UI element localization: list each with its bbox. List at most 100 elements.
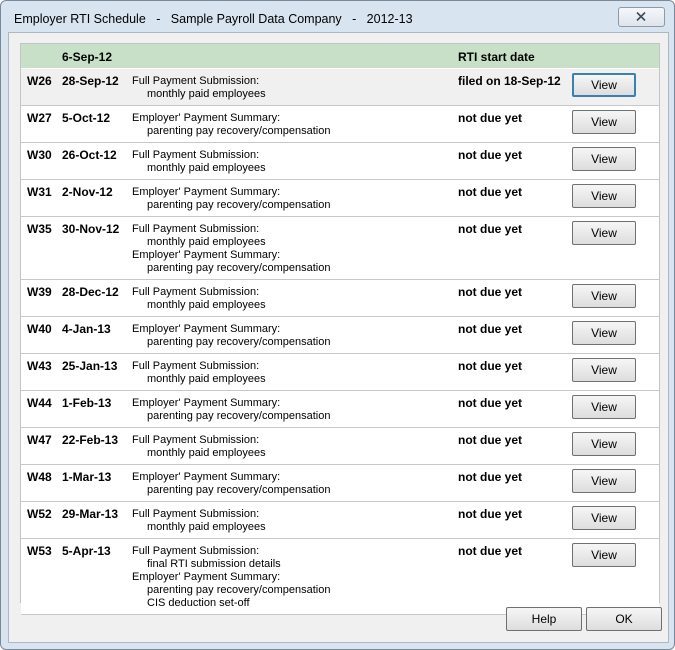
table-row: W39 28-Dec-12 Full Payment Submission: mont… [21, 280, 659, 317]
week-number: W30 [27, 148, 52, 162]
rti-status: not due yet [458, 322, 523, 336]
due-date: 1-Mar-13 [62, 470, 112, 484]
close-icon [636, 12, 646, 21]
submission-type: Full Payment Submission: [132, 545, 260, 557]
submission-detail: monthly paid employees [147, 162, 266, 174]
week-number: W44 [27, 396, 52, 410]
submission-detail: parenting pay recovery/compensation [147, 336, 331, 348]
view-button[interactable]: View [572, 321, 636, 345]
window-title: Employer RTI Schedule - Sample Payroll D… [14, 12, 413, 26]
due-date: 4-Jan-13 [62, 322, 111, 336]
submission-detail: CIS deduction set-off [147, 597, 250, 609]
rti-status: not due yet [458, 285, 523, 299]
week-number: W43 [27, 359, 52, 373]
rti-status: not due yet [458, 185, 523, 199]
rti-status: not due yet [458, 507, 523, 521]
submission-type: Employer' Payment Summary: [132, 571, 281, 583]
due-date: 5-Oct-12 [62, 111, 111, 125]
submission-description: Full Payment Submission: monthly paid emp… [132, 360, 266, 386]
submission-detail: final RTI submission details [147, 558, 281, 570]
view-button[interactable]: View [572, 110, 636, 134]
view-button[interactable]: View [572, 73, 636, 97]
week-number: W27 [27, 111, 52, 125]
schedule-table: 6-Sep-12 RTI start date W26 28-Sep-12 Full… [20, 43, 660, 615]
due-date: 28-Sep-12 [62, 74, 119, 88]
due-date: 5-Apr-13 [62, 544, 111, 558]
view-button[interactable]: View [572, 221, 636, 245]
view-button[interactable]: View [572, 147, 636, 171]
table-row: W26 28-Sep-12 Full Payment Submission: mont… [21, 69, 659, 106]
view-button[interactable]: View [572, 543, 636, 567]
submission-detail: parenting pay recovery/compensation [147, 484, 331, 496]
header-date: 6-Sep-12 [62, 50, 113, 64]
view-button[interactable]: View [572, 358, 636, 382]
submission-description: Full Payment Submission: monthly paid emp… [132, 149, 266, 175]
submission-detail: parenting pay recovery/compensation [147, 410, 331, 422]
table-row: W30 26-Oct-12 Full Payment Submission: mont… [21, 143, 659, 180]
view-button[interactable]: View [572, 395, 636, 419]
title-bar[interactable]: Employer RTI Schedule - Sample Payroll D… [1, 1, 674, 33]
submission-description: Full Payment Submission: monthly paid emp… [132, 286, 266, 312]
submission-description: Employer' Payment Summary: parenting pay … [132, 186, 330, 212]
submission-type: Full Payment Submission: [132, 434, 260, 446]
table-row: W48 1-Mar-13 Employer' Payment Summary: par… [21, 465, 659, 502]
week-number: W48 [27, 470, 52, 484]
due-date: 2-Nov-12 [62, 185, 113, 199]
due-date: 22-Feb-13 [62, 433, 119, 447]
table-row: W53 5-Apr-13 Full Payment Submission: final… [21, 539, 659, 615]
rti-status: filed on 18-Sep-12 [458, 74, 561, 88]
submission-detail: monthly paid employees [147, 236, 266, 248]
table-row: W47 22-Feb-13 Full Payment Submission: mont… [21, 428, 659, 465]
submission-type: Full Payment Submission: [132, 223, 260, 235]
submission-description: Full Payment Submission: monthly paid emp… [132, 223, 330, 275]
submission-description: Employer' Payment Summary: parenting pay … [132, 112, 330, 138]
submission-detail: monthly paid employees [147, 447, 266, 459]
submission-type: Employer' Payment Summary: [132, 112, 281, 124]
table-row: W27 5-Oct-12 Employer' Payment Summary: par… [21, 106, 659, 143]
submission-description: Full Payment Submission: final RTI submis… [132, 545, 330, 610]
week-number: W53 [27, 544, 52, 558]
week-number: W39 [27, 285, 52, 299]
submission-type: Employer' Payment Summary: [132, 249, 281, 261]
submission-description: Employer' Payment Summary: parenting pay … [132, 471, 330, 497]
ok-button[interactable]: OK [586, 607, 662, 631]
help-button[interactable]: Help [506, 607, 582, 631]
view-button[interactable]: View [572, 506, 636, 530]
rti-status: not due yet [458, 222, 523, 236]
submission-detail: monthly paid employees [147, 521, 266, 533]
submission-detail: monthly paid employees [147, 299, 266, 311]
due-date: 26-Oct-12 [62, 148, 117, 162]
submission-detail: parenting pay recovery/compensation [147, 125, 331, 137]
submission-description: Full Payment Submission: monthly paid emp… [132, 75, 266, 101]
submission-description: Full Payment Submission: monthly paid emp… [132, 508, 266, 534]
rti-status: not due yet [458, 148, 523, 162]
submission-type: Full Payment Submission: [132, 508, 260, 520]
view-button[interactable]: View [572, 432, 636, 456]
submission-detail: monthly paid employees [147, 373, 266, 385]
close-button[interactable] [618, 7, 665, 27]
due-date: 29-Mar-13 [62, 507, 119, 521]
submission-description: Employer' Payment Summary: parenting pay … [132, 397, 330, 423]
rti-status: not due yet [458, 470, 523, 484]
submission-type: Full Payment Submission: [132, 286, 260, 298]
rti-status: not due yet [458, 111, 523, 125]
submission-detail: parenting pay recovery/compensation [147, 199, 331, 211]
table-row: W43 25-Jan-13 Full Payment Submission: mont… [21, 354, 659, 391]
submission-type: Full Payment Submission: [132, 360, 260, 372]
submission-detail: parenting pay recovery/compensation [147, 584, 331, 596]
week-number: W52 [27, 507, 52, 521]
view-button[interactable]: View [572, 284, 636, 308]
table-row: W35 30-Nov-12 Full Payment Submission: mont… [21, 217, 659, 280]
submission-type: Employer' Payment Summary: [132, 397, 281, 409]
table-row: W44 1-Feb-13 Employer' Payment Summary: par… [21, 391, 659, 428]
table-row: W40 4-Jan-13 Employer' Payment Summary: par… [21, 317, 659, 354]
table-row: W52 29-Mar-13 Full Payment Submission: mont… [21, 502, 659, 539]
submission-type: Employer' Payment Summary: [132, 323, 281, 335]
table-row: W31 2-Nov-12 Employer' Payment Summary: par… [21, 180, 659, 217]
view-button[interactable]: View [572, 184, 636, 208]
rti-status: not due yet [458, 359, 523, 373]
view-button[interactable]: View [572, 469, 636, 493]
week-number: W40 [27, 322, 52, 336]
submission-description: Full Payment Submission: monthly paid emp… [132, 434, 266, 460]
submission-type: Employer' Payment Summary: [132, 471, 281, 483]
